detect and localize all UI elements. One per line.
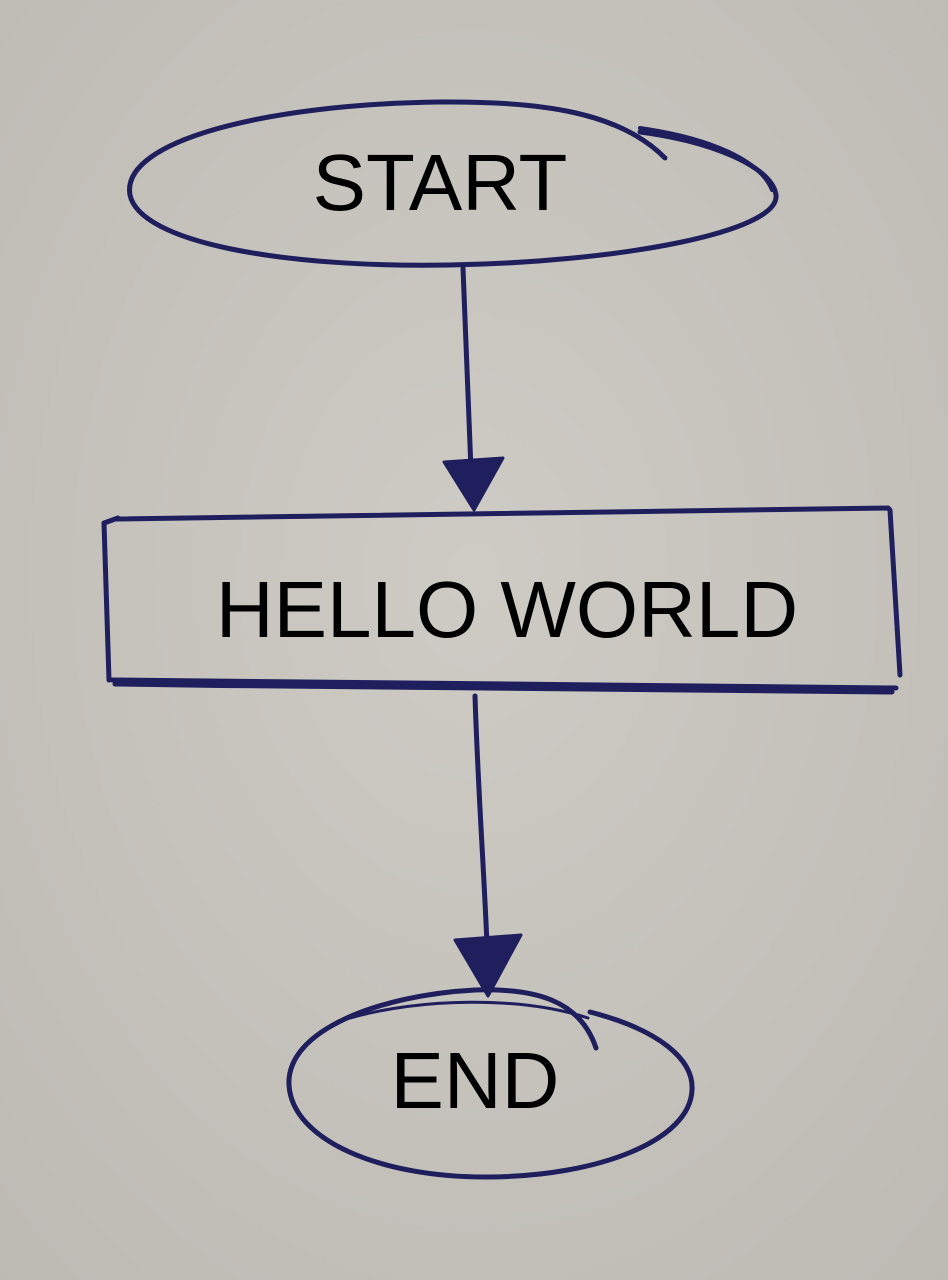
end-label: END [391,1036,560,1125]
flowchart-canvas: START HELLO WORLD END [0,0,948,1280]
process-label: HELLO WORLD [216,565,798,654]
start-label: START [313,138,568,227]
